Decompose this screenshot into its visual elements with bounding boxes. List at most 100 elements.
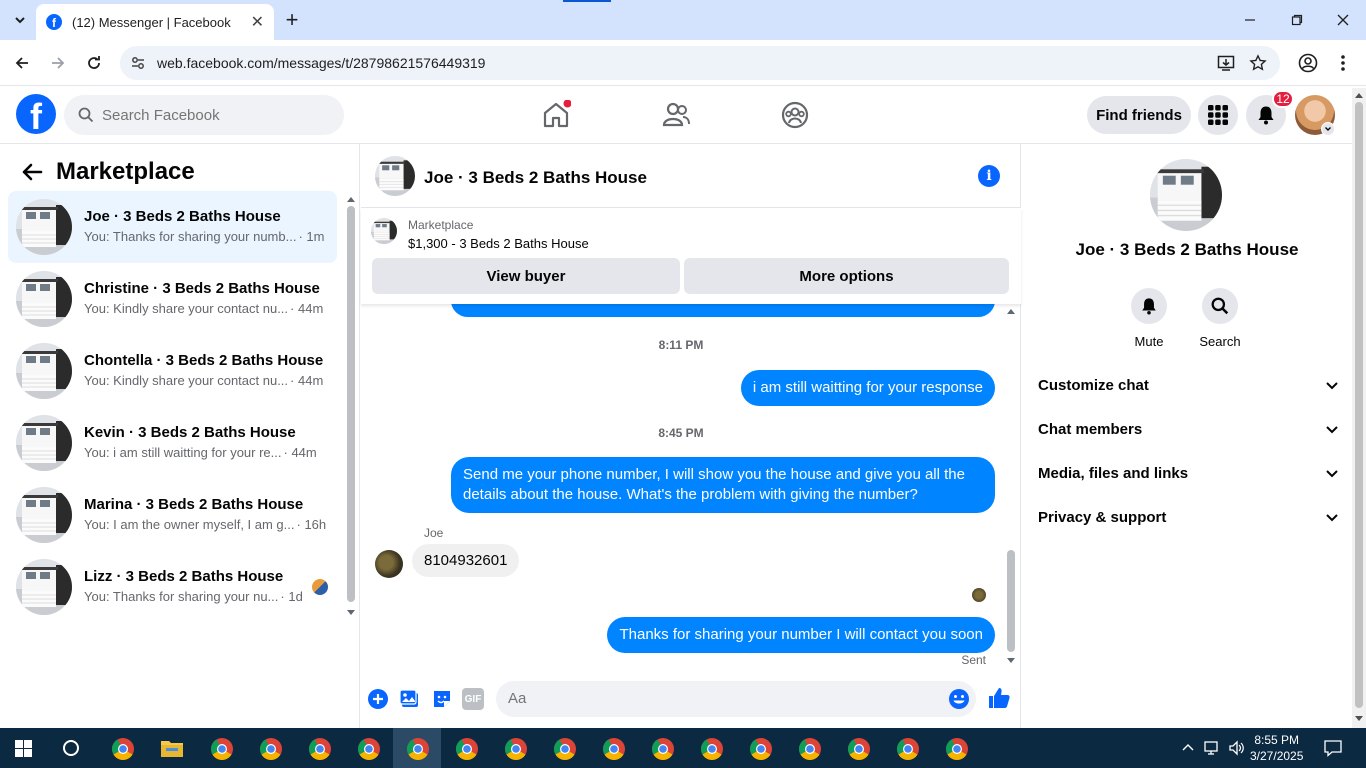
install-app-icon[interactable] [1212,49,1240,77]
close-window-icon[interactable] [1329,6,1357,34]
mute-action[interactable]: Mute [1109,288,1189,349]
message-composer: GIF [361,670,1021,728]
chrome-taskbar-icon[interactable] [651,737,675,761]
bookmark-star-icon[interactable] [1244,49,1272,77]
minimize-window-icon[interactable] [1236,6,1264,34]
friends-icon[interactable] [661,100,691,130]
conversation-item[interactable]: Marina · 3 Beds 2 Baths House You: I am … [8,479,337,551]
sticker-icon[interactable] [431,688,453,710]
message-bubble-outgoing[interactable]: Thanks for sharing your number I will co… [607,617,995,653]
chrome-taskbar-icon[interactable] [749,737,773,761]
browser-menu-icon[interactable] [1329,49,1357,77]
taskbar-clock[interactable]: 8:55 PM 3/27/2025 [1250,732,1303,764]
conversation-item[interactable]: Christine · 3 Beds 2 Baths House You: Ki… [8,263,337,335]
network-icon[interactable] [1203,740,1221,756]
message-bubble-incoming[interactable]: 8104932601 [412,544,520,577]
search-action[interactable]: Search [1180,288,1260,349]
house-avatar[interactable] [375,156,415,196]
chrome-taskbar-icon[interactable] [308,737,332,761]
home-icon[interactable] [541,100,571,130]
info-icon[interactable]: i [978,165,1000,187]
listing-thumbnail[interactable] [371,218,397,244]
message-bubble-outgoing[interactable]: i am still waitting for your response [740,370,995,406]
file-explorer-icon[interactable] [160,737,184,759]
listing-price[interactable]: $1,300 - 3 Beds 2 Baths House [408,236,589,251]
message-bubble-outgoing[interactable]: Send me your phone number, I will show y… [451,457,995,513]
chrome-taskbar-icon[interactable] [700,737,724,761]
message-input[interactable] [508,690,928,707]
message-thread-scrollbar[interactable] [1006,308,1016,666]
row-label: Privacy & support [1038,508,1167,526]
message-input-box[interactable] [496,681,976,717]
tray-chevron-up-icon[interactable] [1182,743,1194,751]
emoji-icon[interactable] [948,688,970,710]
facebook-logo-icon[interactable]: f [16,94,56,134]
conversation-item[interactable]: Kevin · 3 Beds 2 Baths House You: i am s… [8,407,337,479]
sender-avatar[interactable] [375,550,403,578]
more-options-button[interactable]: More options [684,258,1009,294]
cortana-search-icon[interactable] [62,739,80,757]
gif-icon[interactable]: GIF [462,688,484,710]
house-avatar [16,343,72,399]
photo-icon[interactable] [399,688,421,710]
clock-time: 8:55 PM [1254,733,1300,747]
menu-grid-button[interactable] [1198,95,1238,135]
conversation-list-scrollbar[interactable] [346,196,356,616]
conversation-item[interactable]: Joe · 3 Beds 2 Baths House You: Thanks f… [8,191,337,263]
chrome-taskbar-icon[interactable] [406,737,430,761]
chrome-taskbar-icon[interactable] [945,737,969,761]
plus-circle-icon[interactable] [367,688,389,710]
chrome-taskbar-icon[interactable] [798,737,822,761]
new-tab-plus-icon[interactable]: + [278,6,306,34]
page-scrollbar[interactable] [1352,88,1366,728]
conversation-item[interactable]: Chontella · 3 Beds 2 Baths House You: Ki… [8,335,337,407]
facebook-search-box[interactable] [64,95,344,135]
like-thumbs-up-icon[interactable] [987,686,1011,710]
house-avatar[interactable] [1150,159,1222,231]
scrollbar-thumb[interactable] [1007,550,1015,652]
scrollbar-thumb[interactable] [347,206,355,602]
chrome-taskbar-icon[interactable] [553,737,577,761]
view-buyer-button[interactable]: View buyer [372,258,680,294]
back-arrow-icon[interactable] [20,160,44,184]
tab-search-chevron-icon[interactable] [6,6,34,34]
reload-icon[interactable] [80,49,108,77]
account-chevron-icon[interactable] [1321,122,1335,136]
chrome-taskbar-icon[interactable] [602,737,626,761]
privacy-support-row[interactable]: Privacy & support [1030,495,1344,539]
chrome-taskbar-icon[interactable] [896,737,920,761]
browser-tab-messenger[interactable]: f (12) Messenger | Facebook ✕ [36,4,274,40]
chrome-taskbar-icon[interactable] [847,737,871,761]
back-arrow-icon[interactable] [8,49,36,77]
facebook-search-input[interactable] [102,106,322,124]
customize-chat-row[interactable]: Customize chat [1030,363,1344,407]
conversation-snippet: You: I am the owner myself, I am g... · 1… [84,517,327,532]
chrome-taskbar-icon[interactable] [357,737,381,761]
volume-icon[interactable] [1228,740,1246,756]
profile-icon[interactable] [1294,49,1322,77]
media-files-links-row[interactable]: Media, files and links [1030,451,1344,495]
restore-window-icon[interactable] [1283,6,1311,34]
chrome-taskbar-icon[interactable] [455,737,479,761]
tab-close-icon[interactable]: ✕ [251,12,264,32]
mute-bell-icon[interactable] [1131,288,1167,324]
address-bar[interactable]: web.facebook.com/messages/t/287986215764… [120,46,1280,80]
scrollbar-thumb[interactable] [1355,102,1363,708]
action-center-icon[interactable] [1324,739,1342,757]
site-info-icon[interactable] [130,55,146,71]
search-icon[interactable] [1202,288,1238,324]
find-friends-button[interactable]: Find friends [1087,96,1191,134]
chrome-taskbar-icon[interactable] [111,737,135,761]
windows-start-icon[interactable] [15,740,32,757]
chat-members-row[interactable]: Chat members [1030,407,1344,451]
groups-icon[interactable] [780,100,810,130]
chrome-taskbar-icon[interactable] [504,737,528,761]
chrome-taskbar-icon[interactable] [210,737,234,761]
conversation-item[interactable]: Lizz · 3 Beds 2 Baths House You: Thanks … [8,551,337,623]
search-label: Search [1199,334,1241,349]
chrome-taskbar-icon[interactable] [259,737,283,761]
chat-title[interactable]: Joe · 3 Beds 2 Baths House [424,168,647,188]
forward-arrow-icon[interactable] [44,49,72,77]
marketplace-listing-banner: Marketplace $1,300 - 3 Beds 2 Baths Hous… [361,208,1021,304]
tab-title: (12) Messenger | Facebook [72,14,231,30]
